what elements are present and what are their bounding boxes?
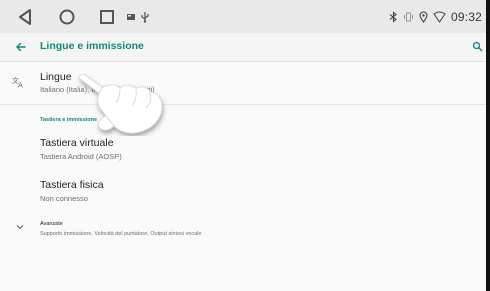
usb-icon — [141, 12, 149, 23]
back-triangle-icon — [19, 9, 31, 25]
notification-usb — [139, 4, 151, 30]
virtual-keyboard-title: Tastiera virtuale — [40, 137, 114, 149]
svg-text:A: A — [18, 82, 23, 89]
clock: 09:32 — [450, 9, 482, 24]
search-icon[interactable] — [472, 41, 483, 52]
list-item-languages[interactable]: 文 A Lingue Italiano (Italia), Inglese (S… — [0, 62, 486, 102]
home-circle-icon — [59, 9, 75, 25]
recents-square-icon — [100, 10, 114, 24]
location-icon — [419, 10, 428, 23]
section-divider — [0, 104, 486, 105]
nav-back-button[interactable] — [14, 4, 36, 30]
nav-home-button[interactable] — [55, 4, 79, 30]
arrow-left-icon[interactable] — [13, 39, 29, 55]
wifi-icon — [433, 10, 446, 23]
virtual-keyboard-subtitle: Tastiera Android (AOSP) — [40, 152, 122, 161]
system-bar: 09:32 — [0, 0, 486, 33]
chevron-down-icon — [16, 225, 24, 230]
bluetooth-icon — [389, 10, 397, 23]
advanced-title: Avanzate — [40, 221, 63, 227]
screen-edge — [486, 0, 490, 291]
page-title: Lingue e immissione — [40, 40, 144, 52]
physical-keyboard-subtitle: Non connesso — [40, 194, 88, 203]
status-icons: 09:32 — [389, 0, 482, 33]
image-icon — [127, 14, 135, 20]
nav-recents-button[interactable] — [95, 4, 119, 30]
app-bar: Lingue e immissione — [0, 33, 486, 62]
notification-image — [125, 4, 137, 30]
list-item-virtual-keyboard[interactable]: Tastiera virtuale Tastiera Android (AOSP… — [0, 130, 486, 168]
list-item-advanced[interactable]: Avanzate Supporto immissione, Velocità d… — [0, 216, 486, 246]
settings-screen: 09:32 Lingue e immissione 文 A Lingue Ita… — [0, 0, 486, 291]
languages-title: Lingue — [40, 71, 72, 83]
list-item-physical-keyboard[interactable]: Tastiera fisica Non connesso — [0, 172, 486, 210]
vibrate-icon — [403, 12, 413, 21]
physical-keyboard-title: Tastiera fisica — [40, 179, 104, 191]
advanced-subtitle: Supporto immissione, Velocità del puntat… — [40, 231, 202, 237]
tap-hand-icon — [79, 73, 163, 134]
translate-icon: 文 A — [12, 76, 23, 89]
